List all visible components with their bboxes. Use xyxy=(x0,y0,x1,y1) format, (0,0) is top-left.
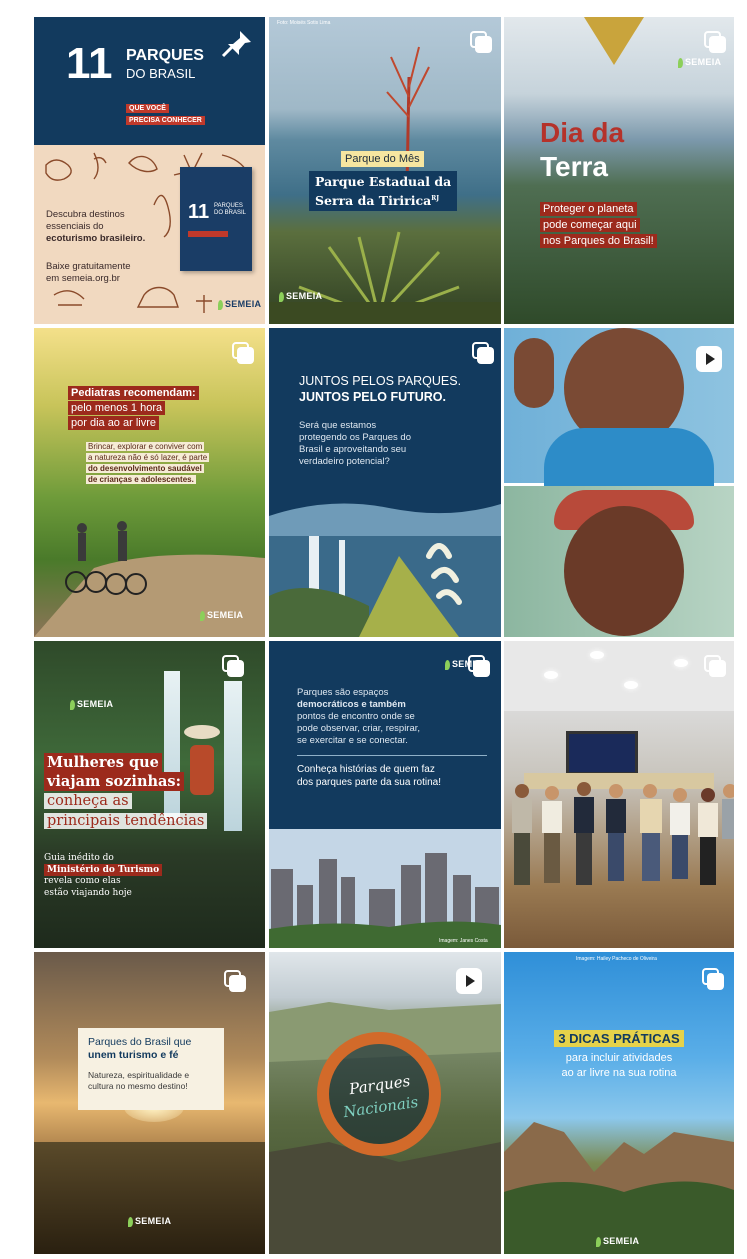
post-tile-turismo-e-fe[interactable]: Parques do Brasil que unem turismo e fé … xyxy=(34,952,265,1254)
waterfall xyxy=(224,681,242,831)
ebook-cover: 11 PARQUES DO BRASIL xyxy=(180,167,252,271)
dicas-line-3: ao ar livre na sua rotina xyxy=(561,1067,677,1079)
post-tile-parques-espacos[interactable]: Parques são espaços democráticos e també… xyxy=(269,641,501,948)
do-brasil-label: DO BRASIL xyxy=(126,66,196,81)
post-tile-event-group-photo[interactable] xyxy=(504,641,734,948)
carousel-icon xyxy=(472,342,494,364)
pediatras-body: Brincar, explorar e conviver com a natur… xyxy=(86,442,210,484)
photo-credit: Foto: Moisés Sotis Lima xyxy=(277,20,331,26)
dicas-line-2: para incluir atividades xyxy=(565,1052,673,1064)
dia-da-title: Dia da xyxy=(540,117,625,148)
post-tile-serra-da-tiririca[interactable]: Foto: Moisés Sotis Lima Parque do Mês Pa… xyxy=(269,17,501,324)
protect-message: Proteger o planeta pode começar aqui nos… xyxy=(540,201,657,249)
post-tile-dia-da-terra[interactable]: Dia da Terra Proteger o planeta pode com… xyxy=(504,17,734,324)
divider xyxy=(297,755,487,756)
post-tile-11-parques[interactable]: 11 PARQUES DO BRASIL QUE VOCÊ PRECISA CO… xyxy=(34,17,265,324)
carousel-icon xyxy=(704,655,726,677)
image-credit: Imagem: Janes Costa xyxy=(439,938,488,944)
carousel-icon xyxy=(222,655,244,677)
pin-icon xyxy=(221,31,251,58)
post-tile-pediatras[interactable]: Pediatras recomendam: pelo menos 1 hora … xyxy=(34,328,265,637)
semeia-logo: SEMEIA xyxy=(596,1236,639,1247)
reel-icon xyxy=(696,346,722,372)
carousel-icon xyxy=(470,31,492,53)
semeia-logo: SEMEIA xyxy=(218,299,261,310)
ribbon-2: PRECISA CONHECER xyxy=(126,109,205,127)
wall-screen xyxy=(566,731,638,775)
semeia-logo: SEMEIA xyxy=(445,659,488,670)
cyclists xyxy=(65,521,147,595)
mulheres-heading: Mulheres que viajam sozinhas: conheça as… xyxy=(44,753,208,831)
juntos-question: Será que estamos protegendo os Parques d… xyxy=(299,420,411,467)
carousel-icon xyxy=(232,342,254,364)
reel-icon xyxy=(456,968,482,994)
semeia-logo: SEMEIA xyxy=(128,1216,171,1227)
post-tile-juntos-pelos-parques[interactable]: JUNTOS PELOS PARQUES. JUNTOS PELO FUTURO… xyxy=(269,328,501,637)
semeia-logo: SEMEIA xyxy=(279,291,322,302)
waterfall-collage xyxy=(269,503,501,637)
parques-label: PARQUES xyxy=(126,47,204,64)
carousel-icon xyxy=(702,968,724,990)
profile-post-grid: 11 PARQUES DO BRASIL QUE VOCÊ PRECISA CO… xyxy=(34,17,734,1254)
download-text: Baixe gratuitamente em semeia.org.br xyxy=(46,261,131,284)
gold-triangle xyxy=(584,17,644,65)
turismo-subtitle: Natureza, espiritualidade e cultura no m… xyxy=(88,1070,190,1091)
carousel-icon xyxy=(704,31,726,53)
terra-title: Terra xyxy=(540,151,608,182)
post-tile-portraits-reel[interactable] xyxy=(504,328,734,637)
park-title: Parque Estadual da Serra da TiriricaRJ xyxy=(309,171,458,212)
ceiling-lights xyxy=(504,641,734,711)
big-number: 11 xyxy=(66,39,113,88)
guia-text: Guia inédito do Ministério do Turismo re… xyxy=(44,853,163,899)
semeia-logo: SEMEIA xyxy=(70,699,113,710)
image-credit: Imagem: Hailey Pacheco de Oliveira xyxy=(576,956,657,962)
post-tile-parques-nacionais-reel[interactable]: Parques Nacionais xyxy=(269,952,501,1254)
carousel-icon xyxy=(224,970,246,992)
juntos-title-2: JUNTOS PELO FUTURO. xyxy=(299,390,447,404)
field xyxy=(34,1142,265,1254)
parque-do-mes-label: Parque do Mês xyxy=(341,151,424,167)
mountain-peaks xyxy=(504,1122,734,1254)
group-of-people xyxy=(512,782,734,885)
semeia-logo: SEMEIA xyxy=(678,57,721,68)
post-tile-mulheres-viajam[interactable]: Mulheres que viajam sozinhas: conheça as… xyxy=(34,641,265,948)
pediatras-heading: Pediatras recomendam: pelo menos 1 hora … xyxy=(68,386,199,431)
turismo-title: Parques do Brasil que unem turismo e fé xyxy=(88,1036,192,1061)
conheca-text: Conheça histórias de quem faz dos parque… xyxy=(297,764,441,788)
city-skyline xyxy=(269,829,501,948)
parques-espacos-text: Parques são espaços democráticos e també… xyxy=(297,687,421,746)
semeia-logo: SEMEIA xyxy=(200,610,243,621)
juntos-title-1: JUNTOS PELOS PARQUES. xyxy=(299,374,462,388)
dicas-heading: 3 DICAS PRÁTICAS xyxy=(504,1030,734,1048)
post-tile-3-dicas[interactable]: Imagem: Hailey Pacheco de Oliveira 3 DIC… xyxy=(504,952,734,1254)
intro-text: Descubra destinos essenciais do ecoturis… xyxy=(46,209,146,244)
agave-plants xyxy=(269,231,501,324)
portrait-woman xyxy=(504,486,734,637)
